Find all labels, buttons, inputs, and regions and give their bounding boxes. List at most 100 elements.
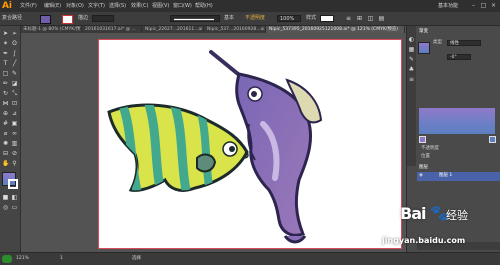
menu-file[interactable]: 文件(F) <box>20 1 37 11</box>
menu-edit[interactable]: 编辑(E) <box>44 1 61 11</box>
screen-mode-icon[interactable]: ▭ <box>11 204 18 211</box>
align-icon[interactable]: ≡ <box>345 15 352 22</box>
selection-tool-icon[interactable]: ➤ <box>2 30 9 37</box>
watermark-cn: 经验 <box>446 209 468 222</box>
line-tool-icon[interactable]: ╱ <box>11 60 18 67</box>
stroke-panel-icon[interactable]: ≡ <box>408 76 415 83</box>
object-type-label: 复合路径 <box>2 15 23 21</box>
stroke-swatch[interactable] <box>62 15 73 24</box>
color-mode-icon[interactable]: ■ <box>2 194 9 201</box>
menu-window[interactable]: 窗口(W) <box>173 1 192 11</box>
transform-icon[interactable]: ⊞ <box>356 15 363 22</box>
color-panel-icon[interactable]: ◐ <box>408 36 415 43</box>
slice-tool-icon[interactable]: ⊘ <box>11 150 18 157</box>
watermark-url: jingyan.baidu.com <box>382 236 466 245</box>
tab-document[interactable]: 未标题-1 @ 80% (CMYK/预览) <box>20 26 82 33</box>
width-tool-icon[interactable]: ⋈ <box>2 100 9 107</box>
gradient-stop-left[interactable] <box>419 136 426 143</box>
style-label: 样式 <box>306 15 317 21</box>
control-bar: 复合路径 描边 基本 不透明度 100% 样式 ≡ ⊞ ◫ ▤ <box>0 12 500 26</box>
free-transform-tool-icon[interactable]: ⊡ <box>11 100 18 107</box>
direct-selection-tool-icon[interactable]: ➢ <box>11 30 18 37</box>
current-tool-status: 选择 <box>132 256 141 261</box>
visibility-eye-icon[interactable]: ◉ <box>419 173 423 179</box>
brushes-panel-icon[interactable]: ✎ <box>408 56 415 63</box>
stroke-label: 描边 <box>78 15 89 21</box>
opacity-label[interactable]: 不透明度 <box>245 15 265 22</box>
swatches-panel-icon[interactable]: ▦ <box>408 46 415 53</box>
gradient-mode-icon[interactable]: ◧ <box>11 194 18 201</box>
gradient-type-select[interactable]: 线性 <box>447 40 481 46</box>
gradient-preview-bar[interactable] <box>419 108 495 134</box>
arrange-icon[interactable]: ▤ <box>378 15 385 22</box>
artboard-number[interactable]: 1 <box>60 255 63 263</box>
pencil-tool-icon[interactable]: ✏ <box>2 80 9 87</box>
artboard[interactable] <box>98 39 402 249</box>
tab-document-active[interactable]: Nipic_537395_20160925121008.ai* @ 121% (… <box>266 26 405 33</box>
tab-document[interactable]: 20161031617.ai* @ ... <box>82 26 142 33</box>
brush-label: 基本 <box>224 15 235 21</box>
isolate-icon[interactable]: ◫ <box>367 15 374 22</box>
magic-wand-tool-icon[interactable]: ✶ <box>2 40 9 47</box>
document-tabs: 未标题-1 @ 80% (CMYK/预览) 20161031617.ai* @ … <box>20 26 405 33</box>
opacity-field[interactable]: 100% <box>277 15 301 22</box>
paintbrush-tool-icon[interactable]: ✎ <box>11 70 18 77</box>
tab-document[interactable]: Nipic_22627...201611...ai <box>142 26 204 33</box>
blend-tool-icon[interactable]: ∞ <box>11 130 18 137</box>
workspace-switcher[interactable]: 基本功能 <box>438 1 458 11</box>
gradient-stop-right[interactable] <box>489 136 496 143</box>
stroke-color-swatch[interactable] <box>8 179 18 189</box>
minimize-icon[interactable]: – <box>470 2 477 9</box>
fish-illustration[interactable] <box>99 40 401 248</box>
tab-document[interactable]: Nipic_537...20160928...ai <box>204 26 266 33</box>
menu-view[interactable]: 视图(V) <box>152 1 169 11</box>
layer-name[interactable]: 图层 1 <box>439 173 452 179</box>
menu-help[interactable]: 帮助(H) <box>195 1 213 11</box>
gradient-panel-tab[interactable]: 渐变 <box>419 29 428 35</box>
rotate-tool-icon[interactable]: ↻ <box>2 90 9 97</box>
menu-bar: Ai 文件(F) 编辑(E) 对象(O) 文字(T) 选择(S) 效果(C) 视… <box>0 0 500 12</box>
symbols-panel-icon[interactable]: ♣ <box>408 66 415 73</box>
toolbox: ➤ ➢ ✶ ʘ ✒ ∫ T ╱ □ ✎ ✏ ◪ ↻ ⤡ ⋈ ⊡ ⊕ ⊿ # ▣ … <box>0 26 21 252</box>
pen-tool-icon[interactable]: ✒ <box>2 50 9 57</box>
mesh-tool-icon[interactable]: # <box>2 120 9 127</box>
draw-mode-icon[interactable]: ◎ <box>2 204 9 211</box>
menu-select[interactable]: 选择(S) <box>109 1 126 11</box>
style-dropdown[interactable] <box>320 15 334 22</box>
shape-builder-tool-icon[interactable]: ⊕ <box>2 110 9 117</box>
brush-dropdown[interactable] <box>170 15 220 22</box>
menu-type[interactable]: 文字(T) <box>88 1 105 11</box>
gradient-opacity-label: 不透明度 <box>421 146 439 151</box>
curvature-tool-icon[interactable]: ∫ <box>11 50 18 57</box>
angelfish-drawing[interactable] <box>107 98 249 206</box>
gradient-tool-icon[interactable]: ▣ <box>11 120 18 127</box>
close-icon[interactable]: × <box>490 2 497 9</box>
eyedropper-tool-icon[interactable]: ⌀ <box>2 130 9 137</box>
menu-effect[interactable]: 效果(C) <box>131 1 148 11</box>
eraser-tool-icon[interactable]: ◪ <box>11 80 18 87</box>
layer-row[interactable]: ◉ 图层 1 <box>417 172 500 181</box>
gradient-angle-field[interactable]: -0° <box>447 54 471 60</box>
lasso-tool-icon[interactable]: ʘ <box>11 40 18 47</box>
symbol-sprayer-tool-icon[interactable]: ✺ <box>2 140 9 147</box>
zoom-tool-icon[interactable]: ⚲ <box>11 160 18 167</box>
stroke-weight-field[interactable] <box>92 15 114 22</box>
artboard-tool-icon[interactable]: ⊟ <box>2 150 9 157</box>
hand-tool-icon[interactable]: ✋ <box>2 160 9 167</box>
scale-tool-icon[interactable]: ⤡ <box>11 90 18 97</box>
graph-tool-icon[interactable]: ▥ <box>11 140 18 147</box>
illustrator-logo: Ai <box>1 1 13 11</box>
brush-stroke-preview <box>174 18 214 21</box>
menu-object[interactable]: 对象(O) <box>66 1 84 11</box>
baidu-jingyan-watermark: Bai 🐾 经验 jingyan.baidu.com <box>372 204 500 252</box>
fill-swatch[interactable] <box>40 15 51 24</box>
maximize-icon[interactable]: □ <box>480 2 487 9</box>
layers-panel-tab[interactable]: 图层 <box>419 165 428 171</box>
type-tool-icon[interactable]: T <box>2 60 9 67</box>
gradient-thumbnail[interactable] <box>418 42 430 54</box>
zoom-level[interactable]: 121% <box>16 255 29 263</box>
gradient-location-label: 位置 <box>421 154 430 159</box>
perspective-grid-tool-icon[interactable]: ⊿ <box>11 110 18 117</box>
rectangle-tool-icon[interactable]: □ <box>2 70 9 77</box>
status-app-icon <box>2 255 12 263</box>
